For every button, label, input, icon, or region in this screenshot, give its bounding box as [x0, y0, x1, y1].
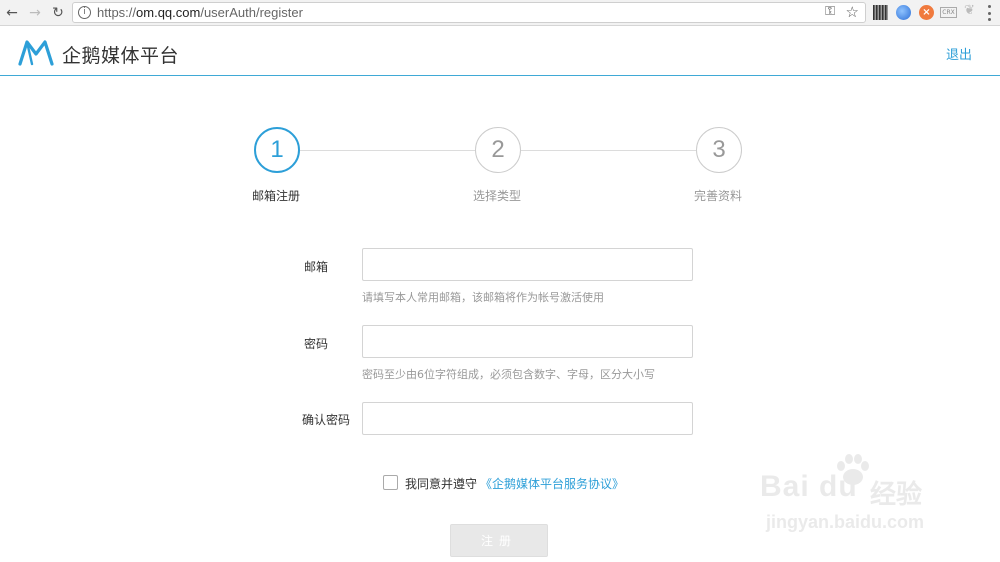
reload-icon[interactable]: ↻ — [49, 4, 67, 22]
email-label: 邮箱 — [303, 260, 328, 274]
service-agreement-link[interactable]: 《企鹅媒体平台服务协议》 — [480, 475, 624, 492]
step-2-label: 选择类型 — [472, 189, 521, 203]
agree-checkbox[interactable] — [383, 475, 398, 490]
step-connector — [521, 150, 697, 151]
register-button[interactable]: 注册 — [450, 524, 548, 557]
url-text[interactable]: https://om.qq.com/userAuth/register — [97, 5, 303, 20]
globe-extension-icon[interactable] — [896, 5, 911, 20]
watermark-cn: 经验 — [870, 480, 923, 510]
site-info-icon[interactable]: i — [78, 6, 91, 19]
watermark-url: jingyan.baidu.com — [766, 512, 925, 532]
back-arrow-icon[interactable]: ← — [3, 4, 21, 22]
brand-name[interactable]: 企鹅媒体平台 — [62, 41, 179, 68]
email-hint: 请填写本人常用邮箱，该邮箱将作为帐号激活使用 — [362, 291, 604, 304]
step-1-label: 邮箱注册 — [251, 189, 300, 203]
step-3-circle: 3 — [696, 127, 742, 173]
password-hint: 密码至少由6位字符组成，必须包含数字、字母，区分大小写 — [362, 368, 655, 381]
bookmark-star-icon[interactable]: ☆ — [846, 3, 859, 21]
password-field[interactable] — [362, 325, 693, 358]
step-3-label: 完善资料 — [693, 189, 742, 203]
site-header: 企鹅媒体平台 退出 — [0, 27, 1000, 76]
address-bar[interactable]: i https://om.qq.com/userAuth/register ⚿ … — [72, 2, 866, 23]
email-field[interactable] — [362, 248, 693, 281]
confirm-password-label: 确认密码 — [301, 413, 350, 427]
logout-link[interactable]: 退出 — [946, 44, 972, 63]
forward-arrow-icon[interactable]: → — [26, 4, 44, 22]
browser-menu-icon[interactable] — [988, 5, 992, 21]
key-icon[interactable]: ⚿ — [825, 4, 835, 19]
confirm-password-field[interactable] — [362, 402, 693, 435]
step-1-circle: 1 — [254, 127, 300, 173]
password-label: 密码 — [303, 337, 328, 351]
close-extension-icon[interactable]: × — [919, 5, 934, 20]
watermark-brand: Bai du — [760, 470, 858, 503]
crx-extension-icon[interactable]: CRX — [940, 7, 957, 18]
qr-code-extension-icon[interactable] — [873, 5, 888, 20]
qie-logo-icon[interactable] — [18, 38, 54, 66]
step-connector — [300, 150, 476, 151]
baidu-jingyan-watermark: Bai du 经验 jingyan.baidu.com — [760, 452, 950, 542]
step-2-circle: 2 — [475, 127, 521, 173]
browser-toolbar: ← → ↻ i https://om.qq.com/userAuth/regis… — [0, 0, 1000, 26]
agree-text: 我同意并遵守 — [405, 477, 478, 491]
leaf-extension-icon[interactable]: ❦ — [964, 3, 979, 18]
